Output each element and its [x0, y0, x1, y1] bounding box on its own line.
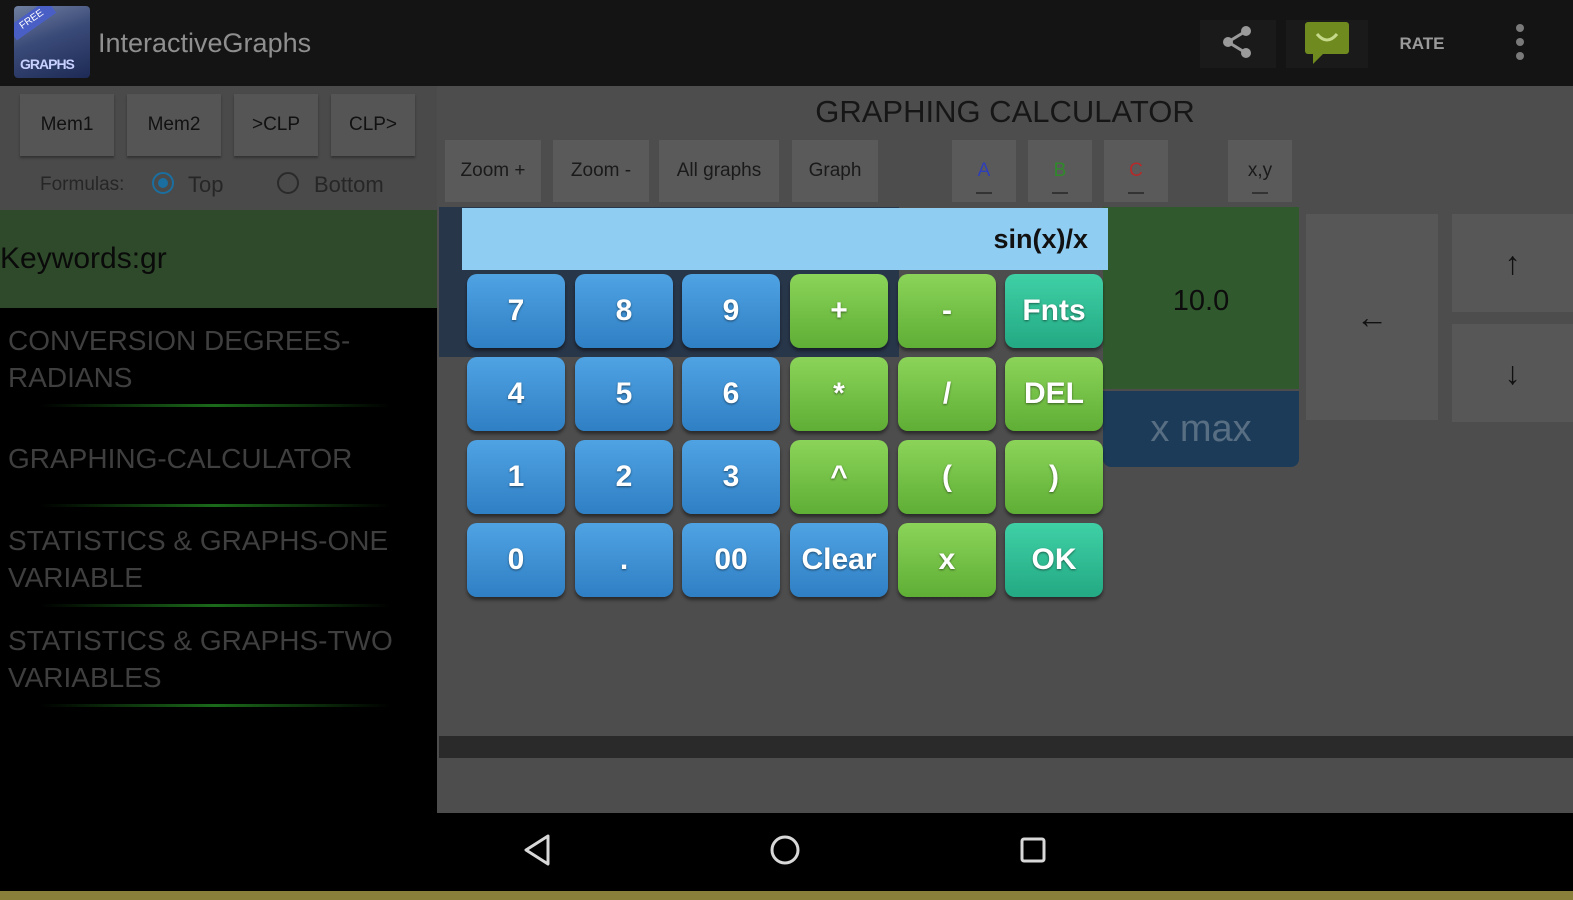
graph-b-button[interactable]: B	[1028, 140, 1092, 202]
digit-9-key[interactable]: 9	[682, 274, 780, 348]
mem2-button[interactable]: Mem2	[127, 94, 221, 156]
double-zero-key[interactable]: 00	[682, 523, 780, 597]
ok-key[interactable]: OK	[1005, 523, 1103, 597]
feedback-icon	[1303, 20, 1351, 69]
radio-bottom-label[interactable]: Bottom	[314, 172, 384, 198]
mem1-button[interactable]: Mem1	[20, 94, 114, 156]
rate-button[interactable]: RATE	[1384, 20, 1460, 68]
list-item-stats-two-variables[interactable]: STATISTICS & GRAPHS-TWO VARIABLES	[8, 622, 428, 696]
home-button[interactable]	[760, 829, 810, 875]
down-arrow-icon: ↓	[1504, 354, 1521, 391]
graph-area-strip	[439, 736, 1573, 758]
digit-8-key[interactable]: 8	[575, 274, 673, 348]
down-arrow-button[interactable]: ↓	[1452, 324, 1573, 422]
list-item-conversion[interactable]: CONVERSION DEGREES-RADIANS	[8, 322, 428, 396]
share-button[interactable]	[1200, 20, 1276, 68]
x-variable-key[interactable]: x	[898, 523, 996, 597]
decimal-key[interactable]: .	[575, 523, 673, 597]
overflow-menu-button[interactable]	[1500, 20, 1540, 68]
functions-key[interactable]: Fnts	[1005, 274, 1103, 348]
action-bar: FREE GRAPHS InteractiveGraphs RATE	[0, 0, 1573, 86]
overflow-menu-icon	[1515, 22, 1525, 67]
back-icon	[522, 833, 552, 872]
clear-key[interactable]: Clear	[790, 523, 888, 597]
home-icon	[768, 833, 802, 872]
up-arrow-icon: ↑	[1504, 244, 1521, 281]
digit-4-key[interactable]: 4	[467, 357, 565, 431]
list-divider	[40, 704, 390, 707]
app-title: InteractiveGraphs	[98, 28, 312, 58]
topic-list: CONVERSION DEGREES-RADIANS GRAPHING-CALC…	[0, 308, 437, 813]
digit-1-key[interactable]: 1	[467, 440, 565, 514]
xy-button[interactable]: x,y	[1228, 140, 1292, 202]
list-divider	[40, 404, 390, 407]
paste-from-clipboard-button[interactable]: CLP>	[331, 94, 415, 156]
list-divider	[40, 604, 390, 607]
app-logo: FREE GRAPHS	[14, 6, 90, 78]
graph-c-button[interactable]: C	[1104, 140, 1168, 202]
zoom-in-button[interactable]: Zoom +	[445, 140, 541, 202]
calculator-display[interactable]: sin(x)/x	[462, 208, 1108, 270]
logo-word: GRAPHS	[20, 56, 75, 72]
divide-key[interactable]: /	[898, 357, 996, 431]
radio-top-label[interactable]: Top	[188, 172, 223, 198]
digit-2-key[interactable]: 2	[575, 440, 673, 514]
formulas-label: Formulas:	[40, 174, 125, 195]
radio-bottom[interactable]	[277, 172, 299, 194]
plus-key[interactable]: +	[790, 274, 888, 348]
recents-icon	[1018, 835, 1048, 870]
share-icon	[1218, 22, 1258, 67]
keywords-text: Keywords:gr	[0, 242, 167, 275]
back-button[interactable]	[512, 829, 562, 875]
logo-banner: FREE	[14, 6, 57, 41]
feedback-button[interactable]	[1286, 20, 1368, 68]
navigation-bar	[0, 813, 1573, 891]
minus-key[interactable]: -	[898, 274, 996, 348]
x-max-value-box[interactable]: 10.0	[1103, 207, 1299, 389]
list-item-stats-one-variable[interactable]: STATISTICS & GRAPHS-ONE VARIABLE	[8, 522, 428, 596]
recents-button[interactable]	[1008, 829, 1058, 875]
close-paren-key[interactable]: )	[1005, 440, 1103, 514]
power-key[interactable]: ^	[790, 440, 888, 514]
page-title: GRAPHING CALCULATOR	[815, 94, 1195, 129]
list-divider	[40, 504, 390, 507]
x-max-button[interactable]: x max	[1103, 391, 1299, 467]
digit-3-key[interactable]: 3	[682, 440, 780, 514]
formula-position-row: Formulas: Top Bottom	[0, 164, 437, 204]
x-max-value: 10.0	[1172, 285, 1230, 317]
left-arrow-button[interactable]: ←	[1306, 214, 1438, 420]
up-arrow-button[interactable]: ↑	[1452, 214, 1573, 312]
window-edge	[0, 891, 1573, 900]
digit-7-key[interactable]: 7	[467, 274, 565, 348]
open-paren-key[interactable]: (	[898, 440, 996, 514]
list-item-graphing-calculator[interactable]: GRAPHING-CALCULATOR	[8, 440, 428, 477]
digit-6-key[interactable]: 6	[682, 357, 780, 431]
copy-to-clipboard-button[interactable]: >CLP	[234, 94, 318, 156]
zoom-out-button[interactable]: Zoom -	[553, 140, 649, 202]
multiply-key[interactable]: *	[790, 357, 888, 431]
delete-key[interactable]: DEL	[1005, 357, 1103, 431]
graph-a-button[interactable]: A	[952, 140, 1016, 202]
clipboard-panel: Mem1 Mem2 >CLP CLP> Formulas: Top Bottom	[0, 86, 437, 210]
all-graphs-button[interactable]: All graphs	[659, 140, 779, 202]
left-arrow-icon: ←	[1356, 298, 1388, 335]
digit-5-key[interactable]: 5	[575, 357, 673, 431]
keywords-search[interactable]: Keywords:gr	[0, 210, 437, 308]
graph-button[interactable]: Graph	[792, 140, 878, 202]
radio-top[interactable]	[152, 172, 174, 194]
digit-0-key[interactable]: 0	[467, 523, 565, 597]
